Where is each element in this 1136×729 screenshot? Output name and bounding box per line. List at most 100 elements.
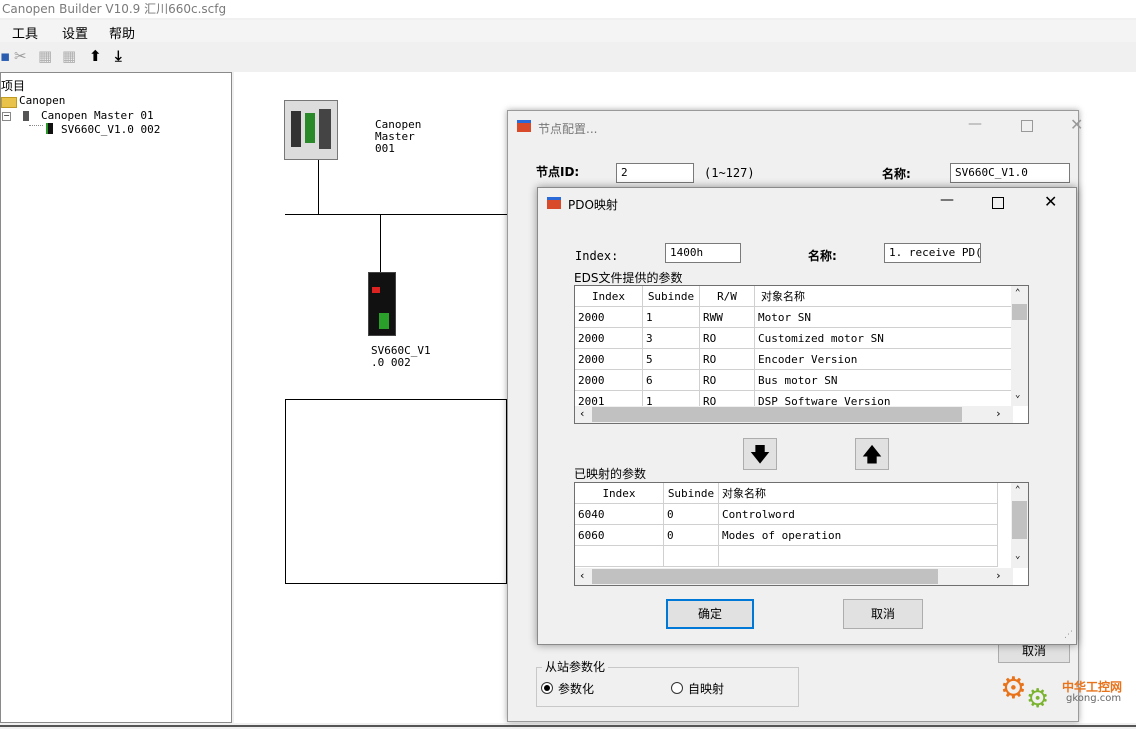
- mapped-col-object-name[interactable]: 对象名称: [718, 483, 998, 504]
- eds-vertical-scrollbar[interactable]: ⌃ ⌄: [1011, 286, 1028, 406]
- mapped-hscroll-thumb[interactable]: [592, 569, 938, 584]
- scroll-right-icon[interactable]: ›: [995, 569, 1002, 582]
- menu-settings[interactable]: 设置: [62, 23, 88, 42]
- table-row[interactable]: 2000 1 RWW Motor SN: [575, 306, 1012, 328]
- unmap-up-arrow-button[interactable]: 🡅: [855, 438, 889, 470]
- eds-params-grid[interactable]: Index Subinde R/W 对象名称 2000 1 RWW Motor SN …: [574, 285, 1029, 424]
- mapped-vscroll-thumb[interactable]: [1012, 501, 1027, 539]
- pdo-index-field[interactable]: 1400h: [665, 243, 741, 263]
- node-name-field[interactable]: SV660C_V1.0: [950, 163, 1070, 183]
- table-row[interactable]: 6040 0 Controlword: [575, 503, 998, 525]
- pdo-maximize-icon[interactable]: [992, 197, 1004, 209]
- table-row-empty[interactable]: [575, 545, 998, 567]
- tree-item-master[interactable]: Canopen Master 01: [41, 109, 154, 122]
- cell-object-name: Encoder Version: [754, 348, 1012, 370]
- mapped-col-index[interactable]: Index: [575, 483, 664, 504]
- mapped-header-row: Index Subinde 对象名称: [575, 483, 998, 504]
- radio-param-icon[interactable]: [541, 682, 553, 694]
- close-icon[interactable]: ✕: [1070, 115, 1083, 134]
- window-bottom-border: [0, 725, 1136, 727]
- pdo-ok-button[interactable]: 确定: [666, 599, 754, 629]
- watermark-text-en: gkong.com: [1066, 693, 1122, 704]
- scroll-left-icon[interactable]: ‹: [579, 407, 586, 420]
- upload-icon[interactable]: ⬆: [89, 47, 102, 65]
- map-down-arrow-button[interactable]: 🡇: [743, 438, 777, 470]
- collapse-icon[interactable]: −: [2, 112, 11, 121]
- copy-icon[interactable]: ▦: [38, 47, 52, 65]
- menu-help[interactable]: 帮助: [109, 23, 135, 42]
- scroll-down-icon[interactable]: ⌄: [1015, 390, 1020, 400]
- eds-hscroll-thumb[interactable]: [592, 407, 962, 422]
- eds-params-label: EDS文件提供的参数: [574, 271, 683, 285]
- eds-vscroll-thumb[interactable]: [1012, 304, 1027, 320]
- node-id-field[interactable]: 2: [616, 163, 694, 183]
- mapped-horizontal-scrollbar[interactable]: ‹ ›: [575, 568, 1013, 585]
- radio-automap-label[interactable]: 自映射: [688, 680, 724, 697]
- bus-line: [285, 214, 507, 215]
- minimize-icon[interactable]: —: [968, 116, 982, 132]
- eds-col-index[interactable]: Index: [575, 286, 643, 307]
- pdo-dialog-title: PDO映射: [568, 198, 618, 212]
- mapped-vertical-scrollbar[interactable]: ⌃ ⌄: [1011, 483, 1028, 568]
- node-id-label: 节点ID:: [536, 165, 580, 179]
- dialog-app-icon: [517, 120, 531, 132]
- scroll-down-icon[interactable]: ⌄: [1015, 551, 1020, 561]
- tree-item-slave[interactable]: SV660C_V1.0 002: [61, 123, 160, 136]
- cell-object-name: Bus motor SN: [754, 369, 1012, 391]
- pdo-resize-grip-icon[interactable]: ⋰: [1064, 630, 1073, 640]
- maximize-icon[interactable]: [1021, 120, 1033, 132]
- slave-device-image[interactable]: [368, 272, 396, 336]
- master-device-image[interactable]: [284, 100, 338, 160]
- table-row[interactable]: 6060 0 Modes of operation: [575, 524, 998, 546]
- eds-col-subindex[interactable]: Subinde: [642, 286, 700, 307]
- scroll-up-icon[interactable]: ⌃: [1015, 485, 1020, 495]
- scroll-up-icon[interactable]: ⌃: [1015, 288, 1020, 298]
- table-row[interactable]: 2000 6 RO Bus motor SN: [575, 369, 1012, 391]
- eds-col-object-name[interactable]: 对象名称: [754, 286, 1012, 307]
- tree-item-canopen[interactable]: Canopen: [19, 94, 65, 107]
- pdo-name-field[interactable]: 1. receive PD(: [884, 243, 981, 263]
- radio-param-label[interactable]: 参数化: [558, 680, 594, 697]
- cell-index: 2000: [575, 369, 643, 391]
- pdo-index-label: Index:: [575, 249, 619, 263]
- pdo-cancel-button[interactable]: 取消: [843, 599, 923, 629]
- table-row[interactable]: 2000 3 RO Customized motor SN: [575, 327, 1012, 349]
- cell-subindex: 0: [663, 524, 719, 546]
- menu-bar: 工具 设置 帮助: [0, 20, 1136, 42]
- cell-object-name: Motor SN: [754, 306, 1012, 328]
- save-icon[interactable]: ▪: [0, 47, 10, 65]
- eds-table: Index Subinde R/W 对象名称 2000 1 RWW Motor SN …: [575, 286, 1012, 412]
- menu-tools[interactable]: 工具: [12, 23, 38, 42]
- mapped-params-grid[interactable]: Index Subinde 对象名称 6040 0 Controlword 6060…: [574, 482, 1029, 586]
- paste-icon[interactable]: ▦: [62, 47, 76, 65]
- scroll-left-icon[interactable]: ‹: [579, 569, 586, 582]
- gear-icon: ⚙: [1000, 671, 1027, 706]
- app-title-bar: Canopen Builder V10.9 汇川660c.scfg: [0, 0, 1136, 18]
- cell-rw: RO: [699, 327, 755, 349]
- tree-root-label[interactable]: 项目: [1, 77, 25, 94]
- cell-index: 6060: [575, 524, 664, 546]
- pdo-mapping-dialog: PDO映射 — ✕ Index: 1400h 名称: 1. receive PD…: [537, 187, 1077, 645]
- arrow-up-icon: 🡅: [861, 442, 883, 466]
- table-row[interactable]: 2000 5 RO Encoder Version: [575, 348, 1012, 370]
- scroll-right-icon[interactable]: ›: [995, 407, 1002, 420]
- master-label-line3: 001: [375, 142, 395, 155]
- cell-index: 6040: [575, 503, 664, 525]
- pdo-name-label: 名称:: [808, 249, 837, 263]
- cell-subindex: 3: [642, 327, 700, 349]
- cell-object-name: Customized motor SN: [754, 327, 1012, 349]
- slave-label-line2: .0 002: [371, 356, 411, 369]
- project-tree[interactable]: 项目 Canopen − Canopen Master 01 SV660C_V1…: [0, 72, 232, 723]
- pdo-minimize-icon[interactable]: —: [940, 192, 954, 208]
- cell-subindex: 6: [642, 369, 700, 391]
- eds-col-rw[interactable]: R/W: [699, 286, 755, 307]
- slave-param-group-label: 从站参数化: [542, 658, 609, 675]
- download-icon[interactable]: ⤓: [115, 47, 122, 65]
- arrow-down-icon: 🡇: [749, 442, 771, 466]
- radio-automap-icon[interactable]: [671, 682, 683, 694]
- mapped-col-subindex[interactable]: Subinde: [663, 483, 719, 504]
- cut-icon[interactable]: ✂: [14, 47, 27, 65]
- eds-horizontal-scrollbar[interactable]: ‹ ›: [575, 406, 1013, 423]
- pdo-close-icon[interactable]: ✕: [1044, 192, 1057, 211]
- pdo-dialog-app-icon: [547, 197, 561, 209]
